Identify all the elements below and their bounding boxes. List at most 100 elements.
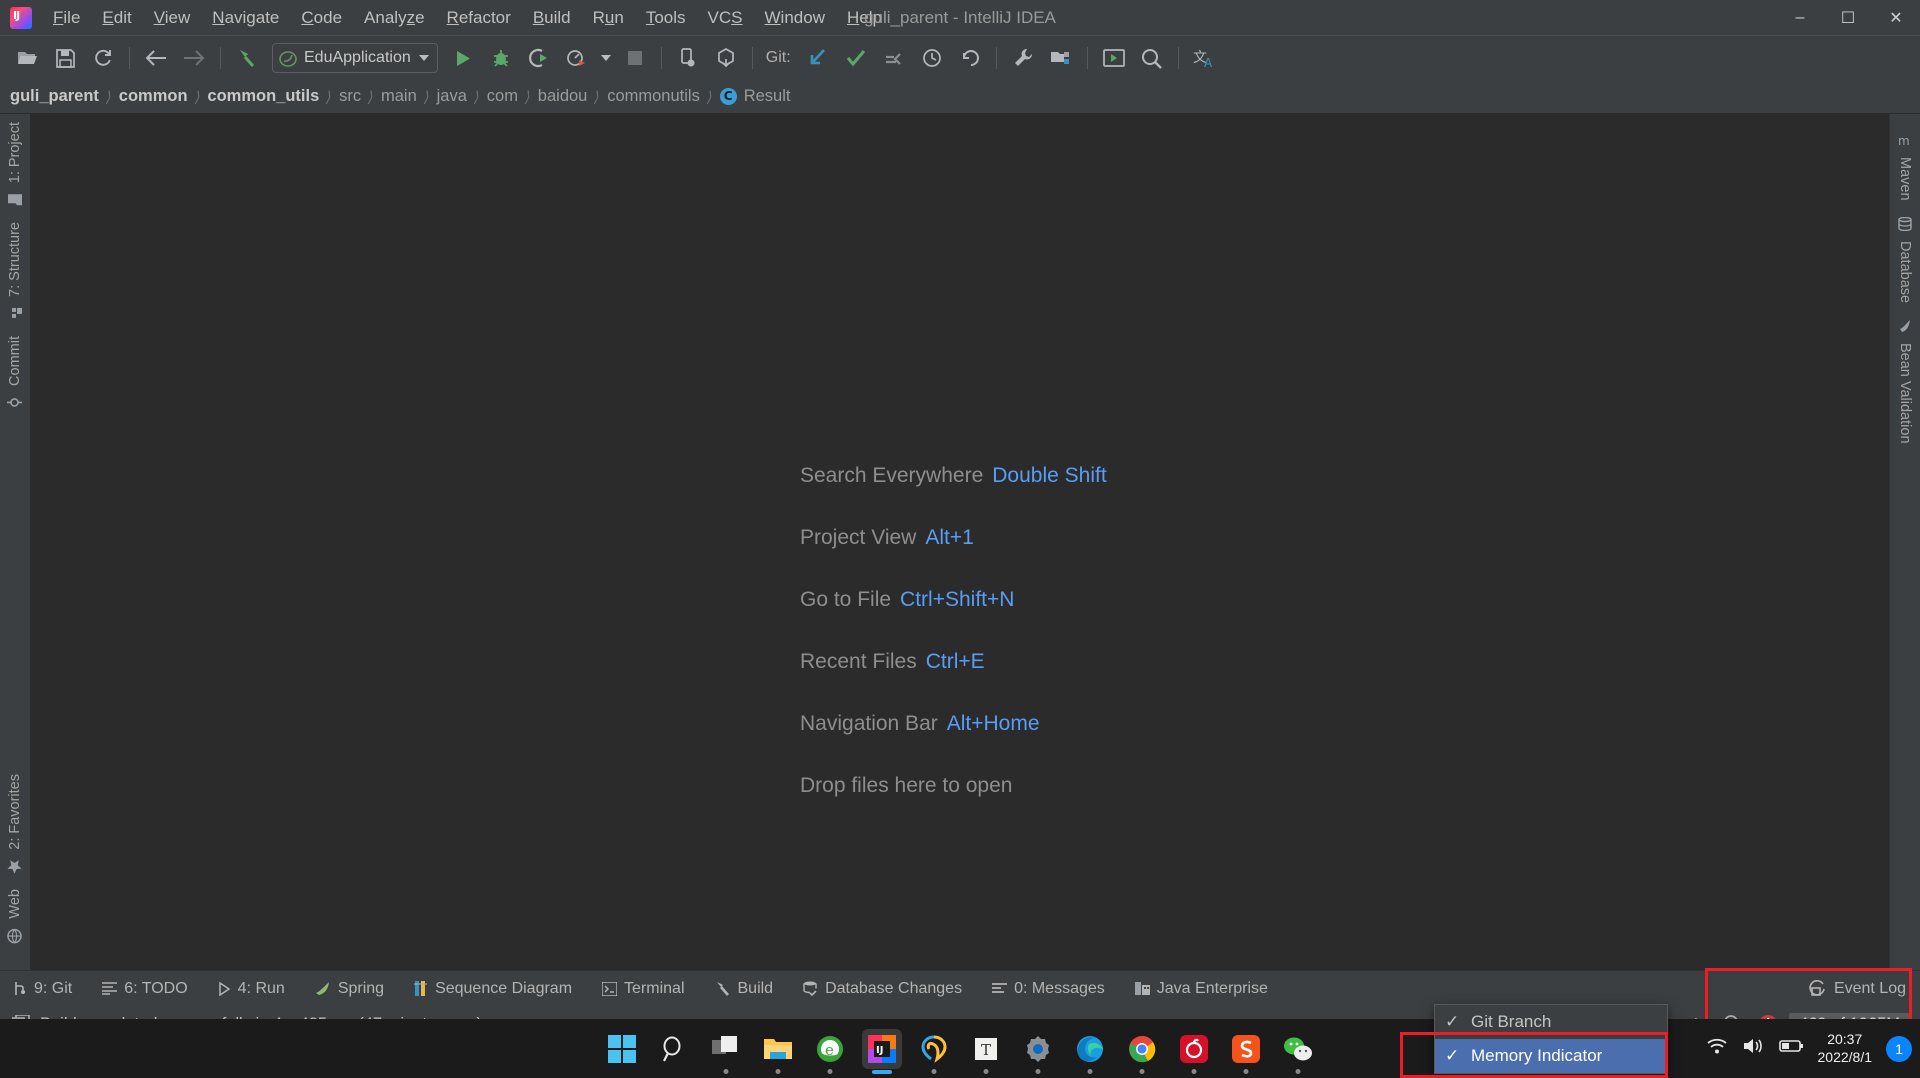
hint-action-3: Recent Files [800, 650, 917, 673]
debug-icon[interactable] [484, 43, 518, 73]
search-icon[interactable] [654, 1029, 694, 1069]
run-icon[interactable] [446, 43, 480, 73]
breadcrumb-item-7[interactable]: baidou [538, 87, 588, 106]
sidebar-item-bean-validation[interactable]: Bean Validation [1890, 311, 1920, 452]
breadcrumb-item-1[interactable]: common [119, 87, 188, 106]
breadcrumb-item-3[interactable]: src [339, 87, 361, 106]
netease-music-icon[interactable] [1174, 1029, 1214, 1069]
settings-gear-icon[interactable] [1018, 1029, 1058, 1069]
hint-action-2: Go to File [800, 588, 891, 611]
menu-build[interactable]: Build [522, 5, 582, 31]
project-structure-icon[interactable] [1044, 43, 1078, 73]
settings-wrench-icon[interactable] [1006, 43, 1040, 73]
event-log-button[interactable]: Event Log [1809, 980, 1906, 998]
breadcrumb-item-6[interactable]: com [487, 87, 518, 106]
menu-window[interactable]: Window [754, 5, 836, 31]
google-chrome-icon[interactable] [1122, 1029, 1162, 1069]
menu-run[interactable]: Run [582, 5, 635, 31]
git-label: Git: [766, 49, 791, 67]
tool-window-spring[interactable]: Spring [315, 980, 384, 998]
git-commit-icon[interactable] [839, 43, 873, 73]
run-configuration-selector[interactable]: EduApplication [272, 43, 438, 73]
menu-navigate[interactable]: Navigate [201, 5, 290, 31]
profiler-dropdown-icon[interactable] [598, 43, 614, 73]
close-button[interactable]: ✕ [1872, 0, 1920, 35]
breadcrumb-item-8[interactable]: commonutils [607, 87, 700, 106]
web-icon [8, 925, 23, 944]
context-menu-item-git-branch[interactable]: ✓ Git Branch [1435, 1005, 1667, 1039]
menu-tools[interactable]: Tools [635, 5, 697, 31]
sidebar-item-structure[interactable]: 7: Structure [0, 214, 30, 328]
microsoft-edge-icon[interactable] [1070, 1029, 1110, 1069]
notification-badge[interactable]: 1 [1886, 1036, 1912, 1062]
build-hammer-icon[interactable] [230, 43, 264, 73]
navigate-back-icon[interactable] [139, 43, 173, 73]
menu-code[interactable]: Code [290, 5, 353, 31]
wifi-icon[interactable] [1706, 1037, 1728, 1060]
profiler-icon[interactable] [560, 43, 594, 73]
chevron-down-icon[interactable] [419, 55, 429, 61]
tool-window-build[interactable]: Build [715, 980, 774, 998]
menu-refactor[interactable]: Refactor [436, 5, 522, 31]
breadcrumb-item-2[interactable]: common_utils [207, 87, 319, 106]
intellij-idea-icon[interactable]: IJ [862, 1029, 902, 1069]
maximize-button[interactable]: ☐ [1824, 0, 1872, 35]
sync-refresh-icon[interactable] [86, 43, 120, 73]
git-update-icon[interactable] [801, 43, 835, 73]
tool-window-java-enterprise[interactable]: Java Enterprise [1135, 980, 1268, 998]
stop-icon[interactable] [618, 43, 652, 73]
sogou-input-icon[interactable] [1226, 1029, 1266, 1069]
internet-explorer-icon[interactable]: e [810, 1029, 850, 1069]
tool-window-database-changes[interactable]: Database Changes [803, 980, 962, 998]
wechat-icon[interactable] [1278, 1029, 1318, 1069]
tool-window-git[interactable]: 9: Git [12, 980, 72, 998]
breadcrumb-current-file[interactable]: Result [744, 87, 791, 106]
tool-window-messages[interactable]: 0: Messages [992, 980, 1105, 998]
menu-vcs[interactable]: VCS [697, 5, 754, 31]
sidebar-item-maven[interactable]: m Maven [1890, 126, 1920, 209]
taskbar-running-dot [1296, 1069, 1301, 1074]
tool-window-sequence-diagram[interactable]: Sequence Diagram [414, 980, 572, 998]
typora-icon[interactable]: T [966, 1029, 1006, 1069]
save-all-icon[interactable] [48, 43, 82, 73]
tool-window-run[interactable]: 4: Run [218, 980, 285, 998]
sidebar-item-commit[interactable]: Commit [0, 328, 30, 417]
search-icon[interactable] [1135, 43, 1169, 73]
translate-icon[interactable]: 文A [1188, 43, 1222, 73]
taskbar-clock[interactable]: 20:37 2022/8/1 [1818, 1031, 1873, 1066]
windows-start-icon[interactable] [602, 1029, 642, 1069]
sdk-manager-icon[interactable] [709, 43, 743, 73]
open-project-icon[interactable] [10, 43, 44, 73]
sidebar-item-project[interactable]: 1: Project [0, 114, 30, 214]
sidebar-item-favorites[interactable]: 2: Favorites [0, 766, 30, 882]
tool-window-terminal[interactable]: Terminal [602, 980, 684, 998]
context-menu-item-memory-indicator[interactable]: ✓ Memory Indicator [1435, 1039, 1667, 1073]
star-icon [8, 855, 23, 873]
volume-icon[interactable] [1742, 1037, 1764, 1060]
menu-edit[interactable]: Edit [91, 5, 142, 31]
tool-window-todo[interactable]: 6: TODO [102, 980, 187, 998]
git-history-icon[interactable] [915, 43, 949, 73]
pycharm-icon[interactable] [914, 1029, 954, 1069]
run-anything-icon[interactable] [1097, 43, 1131, 73]
file-explorer-icon[interactable] [758, 1029, 798, 1069]
breadcrumb-item-4[interactable]: main [381, 87, 417, 106]
run-with-coverage-icon[interactable] [522, 43, 556, 73]
menu-analyze[interactable]: Analyze [353, 5, 436, 31]
sidebar-item-database[interactable]: Database [1890, 209, 1920, 311]
navigate-forward-icon[interactable] [177, 43, 211, 73]
breadcrumb-item-0[interactable]: guli_parent [10, 87, 99, 106]
device-manager-icon[interactable] [671, 43, 705, 73]
git-push-icon[interactable] [877, 43, 911, 73]
battery-icon[interactable] [1778, 1038, 1804, 1059]
minimize-button[interactable]: – [1776, 0, 1824, 35]
toolbar-divider-4 [752, 47, 753, 69]
task-view-icon[interactable] [706, 1029, 746, 1069]
status-bar-context-menu[interactable]: ✓ Git Branch ✓ Memory Indicator [1434, 1004, 1668, 1074]
checkmark-icon: ✓ [1445, 1012, 1459, 1032]
menu-view[interactable]: View [143, 5, 202, 31]
breadcrumb-item-5[interactable]: java [437, 87, 467, 106]
menu-file[interactable]: File [42, 5, 91, 31]
git-rollback-icon[interactable] [953, 43, 987, 73]
sidebar-item-web[interactable]: Web [0, 881, 30, 952]
